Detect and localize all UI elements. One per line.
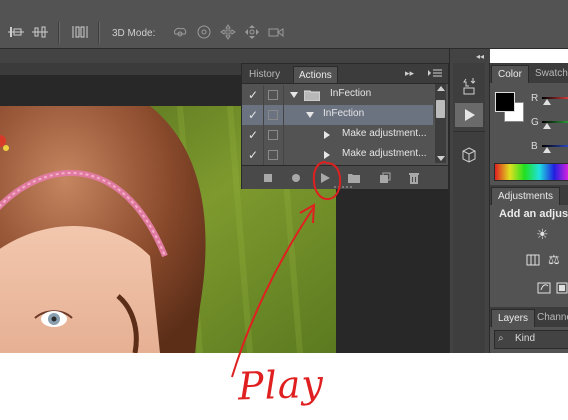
color-ramp[interactable] xyxy=(494,163,568,181)
action-step-row[interactable]: ✓ Make adjustment... xyxy=(242,125,433,145)
adjustments-panel-tabbar: Adjustments xyxy=(490,185,568,205)
toolbar-separator xyxy=(98,22,100,44)
row-divider xyxy=(283,125,284,145)
tab-history[interactable]: History xyxy=(244,66,285,83)
action-set-label: InFection xyxy=(330,88,372,99)
selective-color-icon[interactable] xyxy=(537,282,551,294)
document-tab-strip xyxy=(0,49,449,63)
red-slider-handle[interactable] xyxy=(543,99,551,105)
toggle-item-checkmark-icon[interactable]: ✓ xyxy=(248,129,260,141)
collapse-icon[interactable]: ▸▸ xyxy=(405,68,414,79)
tab-actions[interactable]: Actions xyxy=(293,66,338,83)
drag-3d-icon[interactable] xyxy=(220,24,236,40)
row-divider xyxy=(263,125,264,145)
blue-slider-label: B xyxy=(531,141,538,152)
annotation-arrow xyxy=(231,203,316,378)
brightness-contrast-icon[interactable]: ☀ xyxy=(536,226,549,243)
expand-triangle-icon[interactable] xyxy=(290,92,298,98)
scroll-down-icon[interactable] xyxy=(437,156,445,161)
action-step-label: Make adjustment... xyxy=(342,148,427,159)
layer-filter-select[interactable]: ⌕ Kind xyxy=(494,330,568,349)
record-icon[interactable] xyxy=(289,171,303,185)
slide-3d-icon[interactable] xyxy=(244,24,260,40)
row-divider xyxy=(283,145,284,165)
annotation-play-label: Play xyxy=(237,361,325,409)
toggle-item-checkmark-icon[interactable]: ✓ xyxy=(248,109,260,121)
channel-mixer-icon[interactable] xyxy=(526,254,540,266)
foreground-color-swatch[interactable] xyxy=(495,92,515,112)
green-slider-label: G xyxy=(531,117,539,128)
row-divider xyxy=(263,105,264,125)
search-icon: ⌕ xyxy=(498,333,504,344)
tab-color[interactable]: Color xyxy=(491,65,529,83)
adjustments-heading: Add an adjustm xyxy=(499,208,568,220)
align-horizontal-centers-icon[interactable] xyxy=(32,24,48,40)
rotate-3d-icon[interactable] xyxy=(172,24,188,40)
expand-triangle-icon[interactable] xyxy=(306,112,314,118)
green-slider-handle[interactable] xyxy=(543,123,551,129)
toolbar-separator xyxy=(58,22,60,44)
actions-dock-button[interactable] xyxy=(455,103,483,127)
actions-panel-tabbar: History Actions ▸▸ xyxy=(242,64,448,84)
action-row[interactable]: ✓ InFection xyxy=(242,105,433,125)
history-dock-icon[interactable] xyxy=(455,74,483,98)
scale-3d-icon[interactable] xyxy=(268,24,284,40)
toggle-dialog-icon[interactable] xyxy=(268,110,278,120)
scroll-up-icon[interactable] xyxy=(437,86,445,91)
collapse-triangle-icon[interactable] xyxy=(324,151,330,159)
new-set-icon[interactable] xyxy=(347,171,361,185)
blue-slider-handle[interactable] xyxy=(543,147,551,153)
toggle-dialog-icon[interactable] xyxy=(268,90,278,100)
toggle-dialog-icon[interactable] xyxy=(268,130,278,140)
actions-panel: History Actions ▸▸ ✓ InFection ✓ InFecti… xyxy=(241,63,449,189)
3d-panel-icon[interactable] xyxy=(455,144,483,168)
red-slider-label: R xyxy=(531,93,539,104)
toggle-dialog-icon[interactable] xyxy=(268,150,278,160)
color-panel-tabbar: Color Swatch xyxy=(490,63,568,83)
row-divider xyxy=(283,85,284,105)
roll-3d-icon[interactable] xyxy=(196,24,212,40)
toggle-item-checkmark-icon[interactable]: ✓ xyxy=(248,149,260,161)
scrollbar-thumb[interactable] xyxy=(436,100,445,118)
row-divider xyxy=(263,145,264,165)
distribute-icon[interactable] xyxy=(72,24,88,40)
row-divider xyxy=(283,105,284,125)
tab-adjustments[interactable]: Adjustments xyxy=(491,187,561,205)
action-label: InFection xyxy=(323,108,365,119)
collapse-dock-icon[interactable]: ◂◂ xyxy=(476,52,484,61)
gradient-map-icon[interactable] xyxy=(556,282,568,294)
layer-filter-label: Kind xyxy=(515,333,536,344)
color-balance-icon[interactable]: ⚖ xyxy=(548,252,560,268)
collapse-triangle-icon[interactable] xyxy=(324,131,330,139)
delete-icon[interactable] xyxy=(407,171,421,185)
3d-mode-label: 3D Mode: xyxy=(112,28,156,39)
action-set-row[interactable]: ✓ InFection xyxy=(242,85,433,105)
tab-layers[interactable]: Layers xyxy=(491,309,536,327)
dock-divider xyxy=(453,131,485,132)
tab-channels[interactable]: Channe xyxy=(531,309,568,327)
new-action-icon[interactable] xyxy=(378,171,392,185)
options-bar: 3D Mode: xyxy=(0,0,568,49)
stop-icon[interactable] xyxy=(261,171,275,185)
toggle-item-checkmark-icon[interactable]: ✓ xyxy=(248,89,260,101)
align-left-edges-icon[interactable] xyxy=(8,24,24,40)
row-divider xyxy=(263,85,264,105)
layers-panel-tabbar: Layers Channe xyxy=(490,307,568,327)
action-step-label: Make adjustment... xyxy=(342,128,427,139)
folder-icon xyxy=(303,89,321,102)
actions-scrollbar[interactable] xyxy=(435,84,446,163)
tab-swatches[interactable]: Swatch xyxy=(529,65,568,83)
panel-menu-icon[interactable] xyxy=(428,67,442,79)
